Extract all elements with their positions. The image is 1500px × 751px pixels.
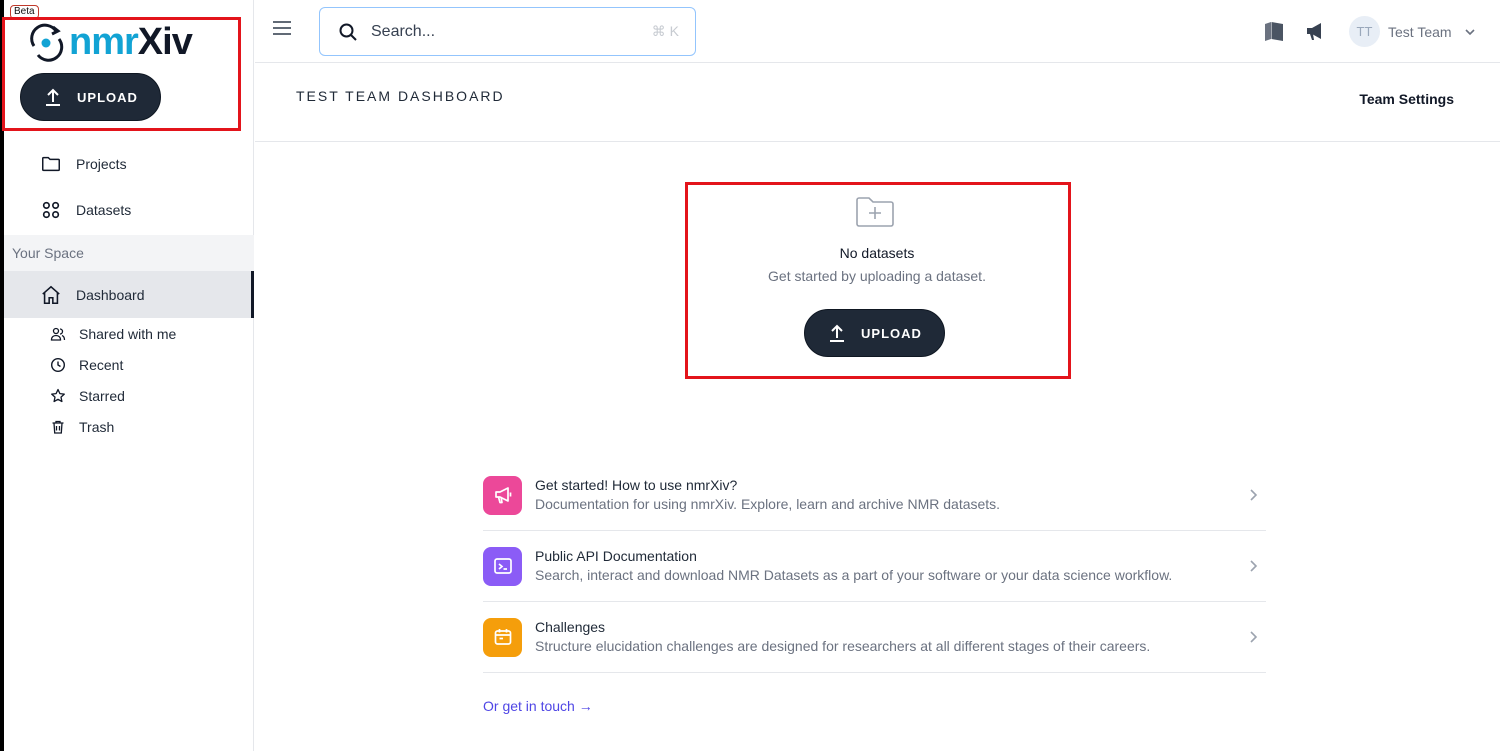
- page-title: TEST TEAM DASHBOARD: [296, 88, 505, 104]
- resource-description: Search, interact and download NMR Datase…: [535, 567, 1173, 583]
- resource-description: Documentation for using nmrXiv. Explore,…: [535, 496, 1001, 512]
- section-label-your-space: Your Space: [4, 235, 254, 271]
- chevron-right-icon: [1250, 489, 1258, 501]
- sidebar-item-recent[interactable]: Recent: [4, 351, 254, 379]
- resource-item-api-docs[interactable]: Public API Documentation Search, interac…: [483, 531, 1266, 602]
- resource-icon-bg: [483, 546, 522, 586]
- calendar-icon: [494, 629, 511, 645]
- trash-icon: [52, 420, 64, 434]
- resource-item-challenges[interactable]: Challenges Structure elucidation challen…: [483, 602, 1266, 673]
- resource-icon-bg: [483, 617, 522, 657]
- sidebar-item-label: Recent: [79, 357, 124, 373]
- clock-icon: [50, 357, 66, 373]
- highlight-box-empty-state: [685, 182, 1071, 379]
- page-header: TEST TEAM DASHBOARD Team Settings: [255, 64, 1500, 142]
- sidebar-item-shared[interactable]: Shared with me: [4, 320, 254, 348]
- grid-icon: [42, 201, 60, 219]
- sidebar-item-datasets[interactable]: Datasets: [4, 190, 254, 230]
- sidebar-item-label: Shared with me: [79, 326, 177, 342]
- search-input[interactable]: [371, 22, 631, 41]
- user-name: Test Team: [1388, 23, 1452, 40]
- chevron-right-icon: [1250, 560, 1258, 572]
- chevron-right-icon: [1250, 631, 1258, 643]
- team-settings-link[interactable]: Team Settings: [1359, 91, 1454, 107]
- resource-icon-bg: [483, 475, 522, 515]
- folder-icon: [42, 156, 60, 172]
- resource-item-get-started[interactable]: Get started! How to use nmrXiv? Document…: [483, 460, 1266, 531]
- resource-description: Structure elucidation challenges are des…: [535, 638, 1151, 654]
- terminal-icon: [493, 558, 512, 574]
- active-indicator: [251, 271, 254, 318]
- sidebar-item-label: Trash: [79, 419, 115, 435]
- avatar: TT: [1349, 16, 1380, 47]
- resource-title: Challenges: [535, 619, 606, 635]
- resource-title: Public API Documentation: [535, 548, 697, 564]
- sidebar-item-label: Datasets: [76, 202, 132, 218]
- search-icon: [339, 23, 357, 41]
- resource-list: Get started! How to use nmrXiv? Document…: [483, 460, 1266, 673]
- highlight-box-sidebar: [2, 17, 241, 131]
- sidebar-item-starred[interactable]: Starred: [4, 382, 254, 410]
- chevron-down-icon: [1464, 28, 1475, 35]
- search-shortcut: ⌘ K: [651, 23, 679, 39]
- sidebar-item-dashboard[interactable]: Dashboard: [4, 271, 254, 318]
- home-icon: [42, 285, 60, 304]
- hamburger-menu-icon[interactable]: [271, 17, 293, 39]
- sidebar-item-label: Starred: [79, 388, 125, 404]
- user-menu[interactable]: TT Test Team: [1349, 16, 1476, 47]
- users-icon: [50, 327, 66, 341]
- sidebar-item-label: Projects: [76, 156, 127, 172]
- get-in-touch-link[interactable]: Or get in touch →: [483, 698, 593, 714]
- megaphone-icon[interactable]: [1304, 20, 1326, 42]
- megaphone-icon: [494, 487, 511, 504]
- topbar: ⌘ K TT Test Team: [255, 0, 1500, 63]
- star-icon: [51, 388, 65, 403]
- sidebar-item-label: Dashboard: [76, 286, 145, 303]
- search-box[interactable]: ⌘ K: [319, 7, 696, 56]
- book-icon[interactable]: [1263, 20, 1285, 42]
- sidebar-item-projects[interactable]: Projects: [4, 144, 254, 184]
- sidebar-item-trash[interactable]: Trash: [4, 413, 254, 441]
- resource-title: Get started! How to use nmrXiv?: [535, 477, 738, 493]
